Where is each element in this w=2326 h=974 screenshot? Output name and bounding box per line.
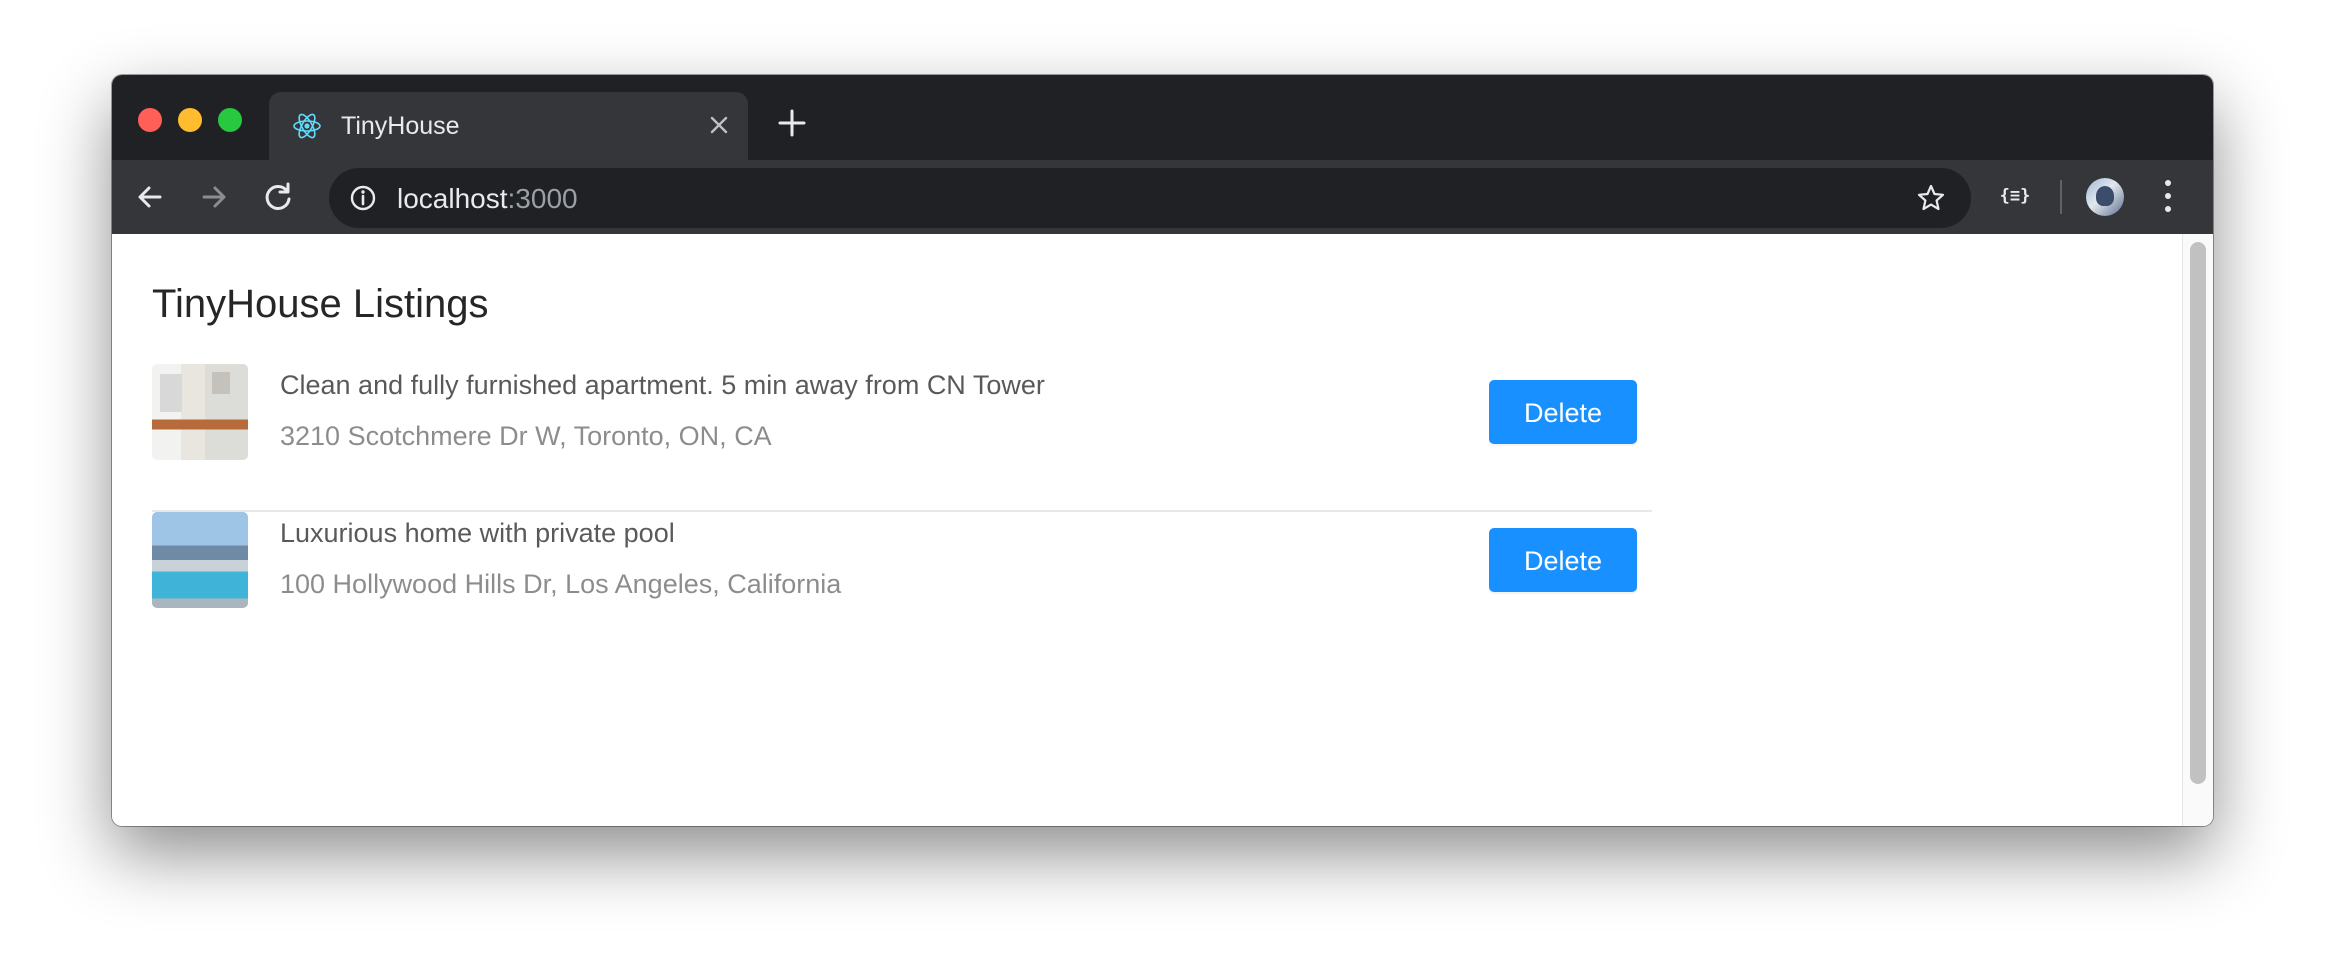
info-icon[interactable]: [349, 184, 377, 212]
plus-icon[interactable]: [774, 105, 810, 141]
page-title: TinyHouse Listings: [152, 282, 489, 326]
browser-window: TinyHouse localhost:3000 {≡} TinyHouse L…: [112, 75, 2213, 826]
close-window-button[interactable]: [138, 108, 162, 132]
scrollbar-thumb[interactable]: [2190, 242, 2206, 784]
avatar[interactable]: [2086, 178, 2124, 216]
delete-button[interactable]: Delete: [1489, 380, 1637, 444]
star-icon[interactable]: [1915, 182, 1947, 214]
page-content: TinyHouse Listings Clean and fully furni…: [112, 234, 2183, 826]
listing-image: [152, 364, 248, 460]
listing-address: 3210 Scotchmere Dr W, Toronto, ON, CA: [280, 421, 772, 451]
extension-icon[interactable]: {≡}: [1992, 184, 2038, 208]
scrollbar[interactable]: [2182, 234, 2213, 826]
listing-image: [152, 512, 248, 608]
arrow-right-icon[interactable]: [194, 177, 234, 217]
url-port: :3000: [507, 183, 578, 214]
reload-icon[interactable]: [258, 177, 298, 217]
maximize-window-button[interactable]: [218, 108, 242, 132]
close-icon[interactable]: [706, 112, 732, 138]
titlebar: TinyHouse: [112, 75, 2213, 160]
list-item: Luxurious home with private pool 100 Hol…: [152, 512, 1652, 658]
arrow-left-icon[interactable]: [130, 177, 170, 217]
listing-title: Luxurious home with private pool: [280, 518, 675, 548]
react-icon: [293, 113, 321, 139]
toolbar: localhost:3000 {≡}: [112, 160, 2213, 234]
listing-address: 100 Hollywood Hills Dr, Los Angeles, Cal…: [280, 569, 842, 599]
url-text[interactable]: localhost:3000: [397, 183, 578, 215]
address-bar[interactable]: localhost:3000: [329, 168, 1971, 228]
tab-title: TinyHouse: [341, 112, 460, 140]
url-host: localhost: [397, 183, 508, 214]
more-vertical-icon[interactable]: [2158, 180, 2178, 216]
minimize-window-button[interactable]: [178, 108, 202, 132]
listing-title: Clean and fully furnished apartment. 5 m…: [280, 370, 1045, 400]
listings-list: Clean and fully furnished apartment. 5 m…: [152, 364, 1652, 658]
delete-button[interactable]: Delete: [1489, 528, 1637, 592]
toolbar-separator: [2060, 180, 2062, 214]
tab-tinyhouse[interactable]: TinyHouse: [269, 92, 748, 160]
list-item: Clean and fully furnished apartment. 5 m…: [152, 364, 1652, 512]
